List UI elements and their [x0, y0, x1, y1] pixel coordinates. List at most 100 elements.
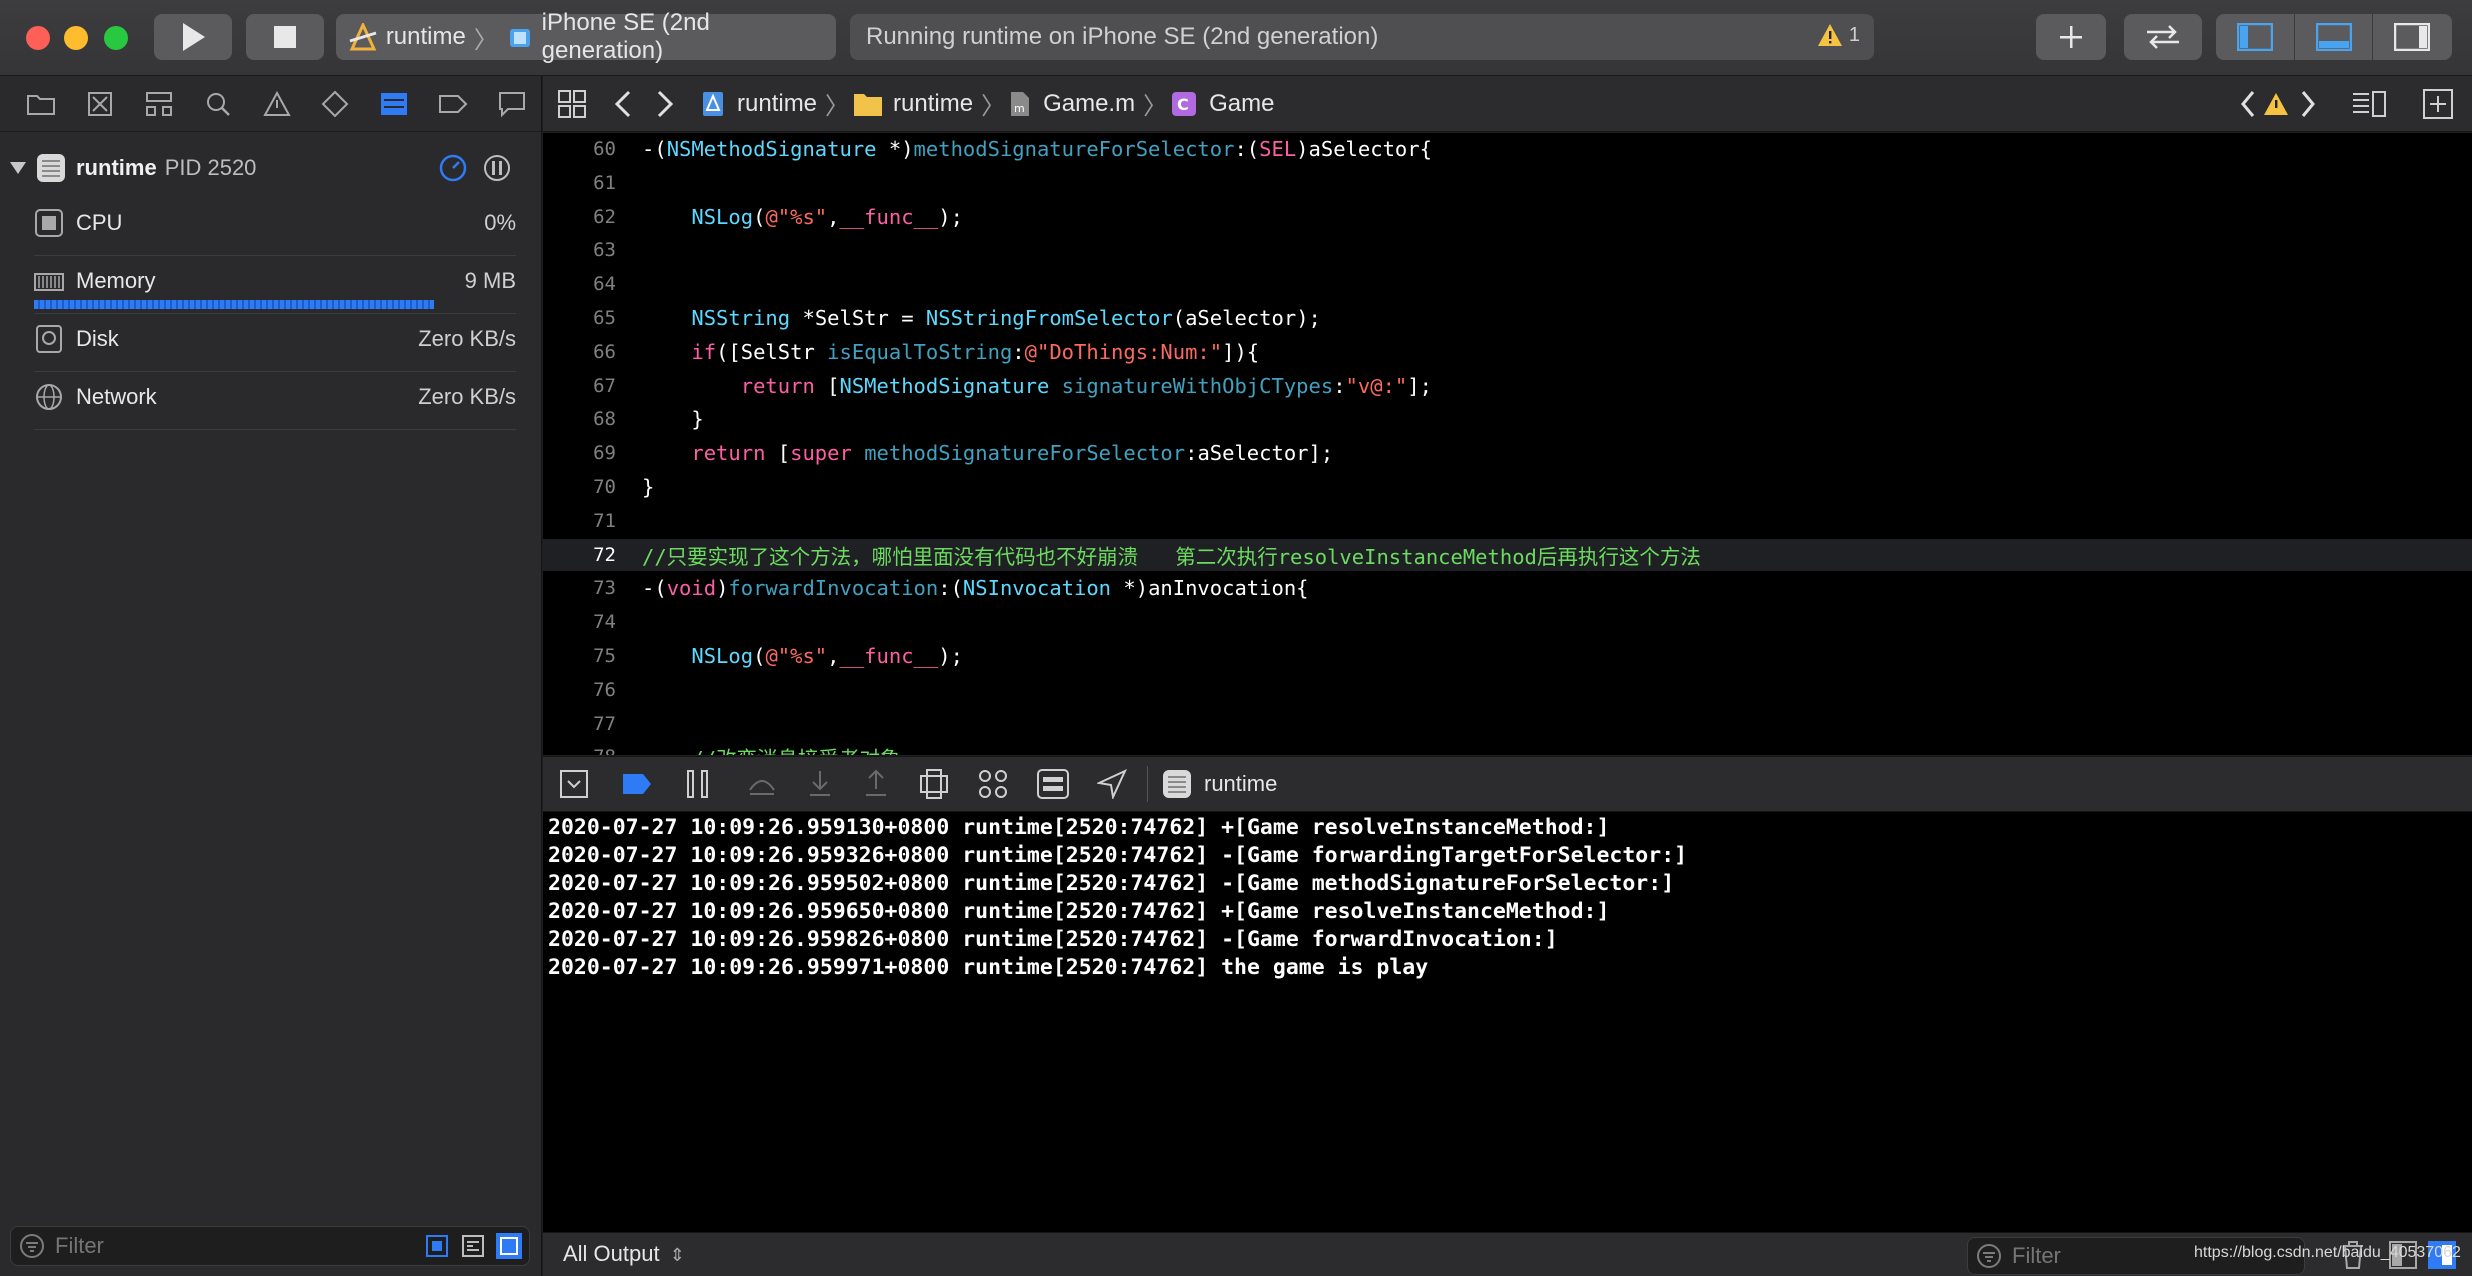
forward-chevron-icon[interactable] [655, 90, 675, 118]
breadcrumb-file[interactable]: Game.m [1043, 90, 1135, 118]
run-button[interactable] [154, 14, 232, 60]
toggle-inspector-button[interactable] [2372, 14, 2450, 60]
view-hierarchy-icon[interactable] [919, 768, 949, 800]
code-line[interactable]: 75 NSLog(@"%s",__func__); [543, 640, 2472, 672]
filter-option-cpu-icon[interactable] [425, 1234, 449, 1258]
project-navigator-tab[interactable] [12, 76, 71, 132]
breakpoints-toggle-icon[interactable] [621, 772, 653, 796]
related-items-icon[interactable] [557, 89, 587, 119]
disk-gauge[interactable]: Disk Zero KB/s [34, 314, 516, 372]
add-editor-icon[interactable] [2423, 89, 2453, 119]
cpu-gauge[interactable]: CPU 0% [34, 198, 516, 256]
line-number[interactable]: 75 [543, 645, 616, 667]
code-line[interactable]: 68 } [543, 403, 2472, 435]
next-issue-icon[interactable] [2299, 90, 2317, 118]
line-number[interactable]: 61 [543, 172, 616, 194]
close-window-button[interactable] [26, 26, 50, 50]
toggle-debug-area-button[interactable] [2294, 14, 2372, 60]
line-number[interactable]: 72 [543, 544, 616, 566]
code-line[interactable]: 67 return [NSMethodSignature signatureWi… [543, 370, 2472, 402]
line-number[interactable]: 62 [543, 206, 616, 228]
gauge-options-icon[interactable] [438, 153, 468, 183]
minimize-window-button[interactable] [64, 26, 88, 50]
line-number[interactable]: 67 [543, 375, 616, 397]
adjust-editor-icon[interactable] [2351, 90, 2387, 118]
breadcrumb-symbol[interactable]: Game [1209, 90, 1274, 118]
network-gauge[interactable]: Network Zero KB/s [34, 372, 516, 430]
line-number[interactable]: 68 [543, 408, 616, 430]
code-line[interactable]: 70} [543, 471, 2472, 503]
line-number[interactable]: 69 [543, 442, 616, 464]
line-number[interactable]: 63 [543, 239, 616, 261]
line-number[interactable]: 77 [543, 713, 616, 735]
previous-issue-icon[interactable] [2239, 90, 2257, 118]
code-line[interactable]: 64 [543, 268, 2472, 300]
symbol-navigator-tab[interactable] [130, 76, 189, 132]
console-filter-input[interactable] [2012, 1243, 2212, 1269]
line-number[interactable]: 64 [543, 273, 616, 295]
process-row[interactable]: runtime PID 2520 [0, 146, 542, 190]
line-number[interactable]: 73 [543, 577, 616, 599]
disclosure-triangle-icon[interactable] [10, 160, 26, 176]
svg-text:m: m [1014, 102, 1025, 115]
console-output[interactable]: 2020-07-27 10:09:26.959130+0800 runtime[… [543, 812, 2472, 1232]
output-selector[interactable]: All Output ⇕ [563, 1241, 685, 1267]
source-editor[interactable]: 60 -(NSMethodSignature *)methodSignatureF… [543, 133, 2472, 755]
debug-navigator-tab[interactable] [365, 76, 424, 132]
warning-icon[interactable] [2263, 92, 2289, 116]
library-button[interactable] [2036, 14, 2106, 60]
code-line[interactable]: 74 [543, 606, 2472, 638]
navigator-filter-input[interactable] [55, 1233, 415, 1259]
pause-process-icon[interactable] [482, 153, 512, 183]
code-line[interactable]: 77 [543, 708, 2472, 740]
code-review-button[interactable] [2124, 14, 2202, 60]
memory-label: Memory [76, 268, 156, 293]
code-line[interactable]: 72 //只要实现了这个方法，哪怕里面没有代码也不好崩溃 第二次执行resolve… [543, 538, 2472, 571]
memory-graph-icon[interactable] [977, 768, 1009, 800]
simulate-location-icon[interactable] [1097, 769, 1127, 799]
line-number[interactable]: 76 [543, 679, 616, 701]
warning-indicator[interactable]: 1 [1817, 23, 1860, 47]
source-control-tab[interactable] [71, 76, 130, 132]
pause-icon[interactable] [685, 769, 711, 799]
filter-icon [1977, 1244, 2001, 1268]
code-line[interactable]: 66 if([SelStr isEqualToString:@"DoThings… [543, 336, 2472, 368]
test-navigator-tab[interactable] [306, 76, 365, 132]
find-navigator-tab[interactable] [188, 76, 247, 132]
filter-option-hierarchy-icon[interactable] [461, 1234, 485, 1258]
memory-gauge[interactable]: Memory 9 MB [34, 256, 516, 314]
line-number[interactable]: 71 [543, 510, 616, 532]
breakpoint-navigator-tab[interactable] [423, 76, 482, 132]
line-number[interactable]: 74 [543, 611, 616, 633]
line-number[interactable]: 65 [543, 307, 616, 329]
code-line[interactable]: 61 [543, 167, 2472, 199]
line-number[interactable]: 60 [543, 138, 616, 160]
line-number[interactable]: 66 [543, 341, 616, 363]
environment-overrides-icon[interactable] [1037, 769, 1069, 799]
activity-viewer: Running runtime on iPhone SE (2nd genera… [850, 14, 1874, 60]
stop-button[interactable] [246, 14, 324, 60]
code-line[interactable]: 69 return [super methodSignatureForSelec… [543, 437, 2472, 469]
breadcrumb-project[interactable]: runtime [737, 90, 817, 118]
code-line[interactable]: 73 -(void)forwardInvocation:(NSInvocation… [543, 572, 2472, 604]
hide-debug-area-icon[interactable] [559, 769, 589, 799]
line-number[interactable]: 70 [543, 476, 616, 498]
debug-process-label[interactable]: runtime [1204, 771, 1277, 797]
scheme-selector[interactable]: runtime 〉 iPhone SE (2nd generation) [336, 9, 836, 64]
code-line[interactable]: 78 //改变消息接受者对象 [543, 741, 2472, 755]
breadcrumb-group[interactable]: runtime [893, 90, 973, 118]
code-line[interactable]: 63 [543, 234, 2472, 266]
filter-option-gauge-icon[interactable] [495, 1232, 523, 1260]
code-line[interactable]: 71 [543, 505, 2472, 537]
toggle-navigator-button[interactable] [2216, 14, 2294, 60]
code-text: if([SelStr isEqualToString:@"DoThings:Nu… [691, 339, 1260, 364]
line-number[interactable]: 78 [543, 746, 616, 755]
report-navigator-tab[interactable] [482, 76, 541, 132]
issue-navigator-tab[interactable] [247, 76, 306, 132]
zoom-window-button[interactable] [104, 26, 128, 50]
code-line[interactable]: 60 -(NSMethodSignature *)methodSignatureF… [543, 133, 2472, 165]
code-line[interactable]: 76 [543, 674, 2472, 706]
code-line[interactable]: 62 NSLog(@"%s",__func__); [543, 201, 2472, 233]
back-chevron-icon[interactable] [613, 90, 633, 118]
code-line[interactable]: 65 NSString *SelStr = NSStringFromSelect… [543, 302, 2472, 334]
